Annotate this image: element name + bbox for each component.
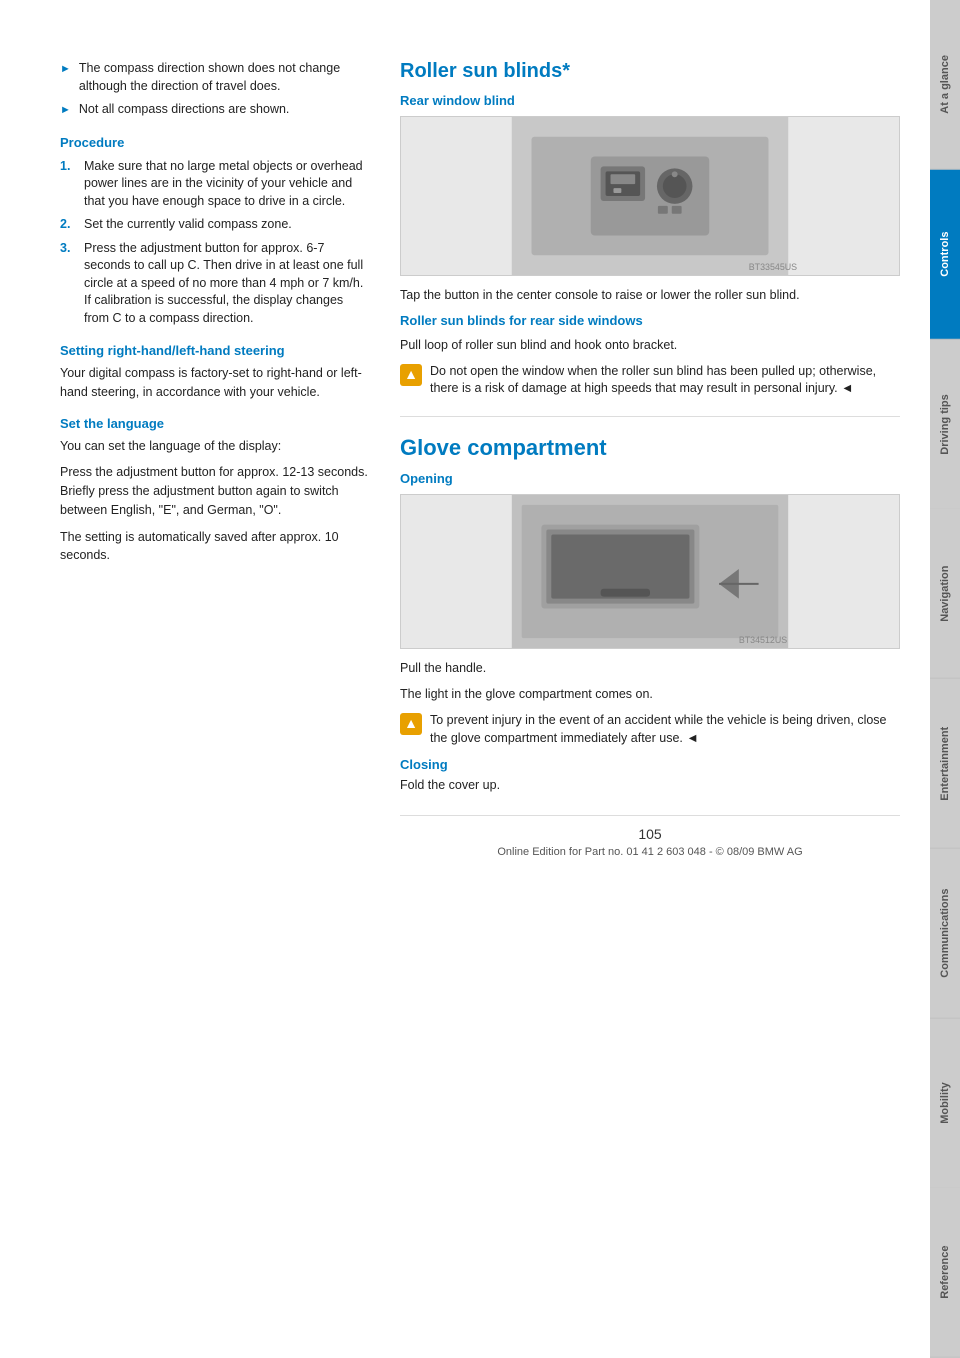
glove-warning-end: ◄	[686, 731, 698, 745]
roller-warning-end: ◄	[841, 381, 853, 395]
language-text-2: Press the adjustment button for approx. …	[60, 463, 370, 519]
rear-window-text: Tap the button in the center console to …	[400, 286, 900, 305]
bullet-arrow-1: ►	[60, 62, 71, 95]
page-footer: 105 Online Edition for Part no. 01 41 2 …	[400, 815, 900, 878]
step-1: 1. Make sure that no large metal objects…	[60, 158, 370, 211]
sidebar-tab-controls[interactable]: Controls	[930, 170, 960, 340]
glove-image: BT34512US	[400, 494, 900, 649]
svg-text:BT33545US: BT33545US	[749, 262, 797, 272]
roller-warning-text: Do not open the window when the roller s…	[430, 363, 900, 398]
procedure-heading: Procedure	[60, 135, 370, 150]
closing-heading: Closing	[400, 757, 900, 772]
steering-text: Your digital compass is factory-set to r…	[60, 364, 370, 402]
sidebar-tab-reference[interactable]: Reference	[930, 1188, 960, 1358]
page-container: ► The compass direction shown does not c…	[0, 0, 960, 1358]
glove-svg: BT34512US	[401, 495, 899, 648]
bullet-item-2: ► Not all compass directions are shown.	[60, 101, 370, 119]
sidebar: At a glance Controls Driving tips Naviga…	[930, 0, 960, 1358]
roller-warning-box: ▲ Do not open the window when the roller…	[400, 363, 900, 398]
rear-window-heading: Rear window blind	[400, 93, 900, 108]
glove-warning-text: To prevent injury in the event of an acc…	[430, 712, 900, 747]
sidebar-tab-navigation[interactable]: Navigation	[930, 509, 960, 679]
glove-warning-content: To prevent injury in the event of an acc…	[430, 713, 887, 745]
sidebar-tab-at-a-glance[interactable]: At a glance	[930, 0, 960, 170]
steering-heading: Setting right-hand/left-hand steering	[60, 343, 370, 358]
sidebar-tab-communications[interactable]: Communications	[930, 849, 960, 1019]
bullet-arrow-2: ►	[60, 103, 71, 119]
glove-title: Glove compartment	[400, 435, 900, 461]
language-text-1: You can set the language of the display:	[60, 437, 370, 456]
opening-heading: Opening	[400, 471, 900, 486]
right-column: Roller sun blinds* Rear window blind	[400, 60, 900, 1318]
glove-warning-box: ▲ To prevent injury in the event of an a…	[400, 712, 900, 747]
step-2: 2. Set the currently valid compass zone.	[60, 216, 370, 234]
glove-warning-icon: ▲	[400, 713, 422, 735]
roller-image: BT33545US	[400, 116, 900, 276]
step-num-3: 3.	[60, 240, 76, 328]
bullet-list: ► The compass direction shown does not c…	[60, 60, 370, 119]
sidebar-tab-driving-tips[interactable]: Driving tips	[930, 340, 960, 510]
closing-text: Fold the cover up.	[400, 776, 900, 795]
bullet-text-2: Not all compass directions are shown.	[79, 101, 290, 119]
roller-side-heading: Roller sun blinds for rear side windows	[400, 313, 900, 328]
step-text-2: Set the currently valid compass zone.	[84, 216, 292, 234]
numbered-list: 1. Make sure that no large metal objects…	[60, 158, 370, 328]
bullet-item-1: ► The compass direction shown does not c…	[60, 60, 370, 95]
roller-warning-content: Do not open the window when the roller s…	[430, 364, 876, 396]
language-text-3: The setting is automatically saved after…	[60, 528, 370, 566]
svg-text:BT34512US: BT34512US	[739, 635, 787, 645]
step-num-1: 1.	[60, 158, 76, 211]
roller-svg: BT33545US	[401, 117, 899, 275]
roller-title: Roller sun blinds*	[400, 60, 900, 83]
left-column: ► The compass direction shown does not c…	[60, 60, 370, 1318]
glove-open-text1: Pull the handle.	[400, 659, 900, 678]
section-divider	[400, 416, 900, 417]
step-num-2: 2.	[60, 216, 76, 234]
roller-warning-icon: ▲	[400, 364, 422, 386]
step-text-3: Press the adjustment button for approx. …	[84, 240, 370, 328]
page-number: 105	[400, 826, 900, 842]
step-text-1: Make sure that no large metal objects or…	[84, 158, 370, 211]
roller-side-text: Pull loop of roller sun blind and hook o…	[400, 336, 900, 355]
footer-text: Online Edition for Part no. 01 41 2 603 …	[400, 846, 900, 858]
sidebar-tab-entertainment[interactable]: Entertainment	[930, 679, 960, 849]
sidebar-tab-mobility[interactable]: Mobility	[930, 1019, 960, 1189]
bullet-text-1: The compass direction shown does not cha…	[79, 60, 370, 95]
glove-open-text2: The light in the glove compartment comes…	[400, 685, 900, 704]
step-3: 3. Press the adjustment button for appro…	[60, 240, 370, 328]
language-heading: Set the language	[60, 416, 370, 431]
main-content: ► The compass direction shown does not c…	[0, 0, 930, 1358]
